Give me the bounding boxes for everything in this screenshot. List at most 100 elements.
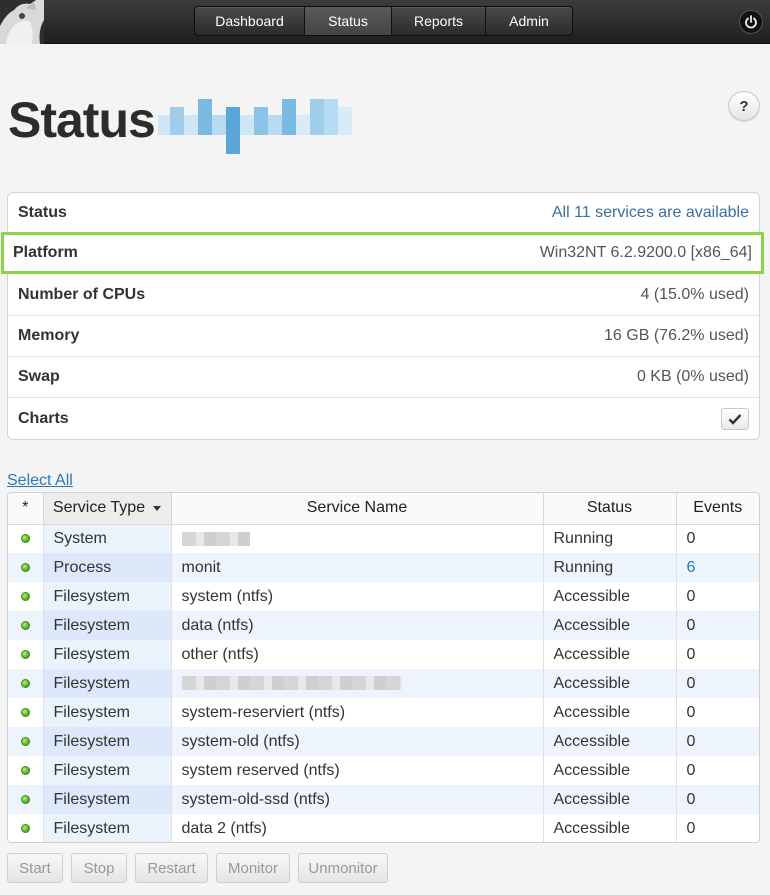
info-row-memory: Memory 16 GB (76.2% used) <box>8 316 759 357</box>
unmonitor-button[interactable]: Unmonitor <box>298 853 388 883</box>
monit-logo[interactable] <box>0 0 44 44</box>
service-name-cell[interactable]: monit <box>171 553 544 582</box>
col-service-name[interactable]: Service Name <box>171 493 544 525</box>
status-dot-icon <box>20 649 30 659</box>
status-dot-icon <box>20 562 30 572</box>
info-row-swap: Swap 0 KB (0% used) <box>8 357 759 398</box>
main-nav: Dashboard Status Reports Admin <box>194 6 573 36</box>
nav-dashboard[interactable]: Dashboard <box>195 7 305 35</box>
service-status-cell: Accessible <box>543 727 677 756</box>
table-row[interactable]: Filesystem system (ntfs) Accessible 0 <box>8 582 759 611</box>
top-bar: Dashboard Status Reports Admin <box>0 0 770 44</box>
service-name-cell[interactable]: data (ntfs) <box>171 611 544 640</box>
service-status-cell: Accessible <box>543 785 677 814</box>
help-button[interactable]: ? <box>728 91 760 121</box>
service-name-cell[interactable] <box>171 524 544 553</box>
status-dot-icon <box>20 765 30 775</box>
service-type-cell: Filesystem <box>43 785 172 814</box>
table-row[interactable]: Filesystem data 2 (ntfs) Accessible 0 <box>8 814 759 842</box>
row-select-cell[interactable] <box>8 553 44 582</box>
service-status-cell: Accessible <box>543 756 677 785</box>
charts-toggle[interactable] <box>721 407 749 430</box>
service-name-cell[interactable]: system (ntfs) <box>171 582 544 611</box>
table-row[interactable]: Filesystem data (ntfs) Accessible 0 <box>8 611 759 640</box>
col-service-type-label: Service Type <box>52 499 146 517</box>
info-label-status: Status <box>18 204 67 221</box>
table-row[interactable]: Filesystem system reserved (ntfs) Accessib… <box>8 756 759 785</box>
row-select-cell[interactable] <box>8 640 44 669</box>
service-name-cell[interactable]: system-old (ntfs) <box>171 727 544 756</box>
row-select-cell[interactable] <box>8 727 44 756</box>
nav-admin[interactable]: Admin <box>486 7 572 35</box>
restart-button[interactable]: Restart <box>135 853 208 883</box>
table-row[interactable]: System Running 0 <box>8 524 759 553</box>
nav-status[interactable]: Status <box>305 7 392 35</box>
info-label-platform: Platform <box>13 244 78 261</box>
service-events-cell: 0 <box>676 669 759 698</box>
info-value-swap: 0 KB (0% used) <box>636 368 749 385</box>
row-select-cell[interactable] <box>8 698 44 727</box>
row-select-cell[interactable] <box>8 582 44 611</box>
service-type-cell: Filesystem <box>43 756 172 785</box>
col-select[interactable]: * <box>8 493 44 525</box>
row-select-cell[interactable] <box>8 524 44 553</box>
row-select-cell[interactable] <box>8 814 44 842</box>
service-type-cell: Filesystem <box>43 611 172 640</box>
power-icon[interactable] <box>739 10 763 34</box>
col-status[interactable]: Status <box>543 493 677 525</box>
table-row[interactable]: Filesystem Accessible 0 <box>8 669 759 698</box>
status-dot-icon <box>20 591 30 601</box>
table-row[interactable]: Filesystem system-reserviert (ntfs) Access… <box>8 698 759 727</box>
row-select-cell[interactable] <box>8 611 44 640</box>
info-label-charts: Charts <box>18 409 69 427</box>
service-name-cell[interactable]: system reserved (ntfs) <box>171 756 544 785</box>
table-row[interactable]: Process monit Running 6 <box>8 553 759 582</box>
redacted-service-name <box>181 531 250 546</box>
status-dot-icon <box>20 678 30 688</box>
service-type-cell: Filesystem <box>43 669 172 698</box>
service-type-cell: Filesystem <box>43 640 172 669</box>
start-button[interactable]: Start <box>7 853 63 883</box>
nav-reports[interactable]: Reports <box>392 7 486 35</box>
row-select-cell[interactable] <box>8 785 44 814</box>
col-service-type[interactable]: Service Type <box>43 493 172 525</box>
redacted-hostname <box>158 97 356 154</box>
service-status-cell: Accessible <box>543 698 677 727</box>
info-label-cpus: Number of CPUs <box>18 286 146 303</box>
service-events-cell: 0 <box>676 524 759 553</box>
service-events-cell: 0 <box>676 640 759 669</box>
service-type-cell: Filesystem <box>43 814 172 842</box>
row-select-cell[interactable] <box>8 756 44 785</box>
service-name-cell[interactable]: data 2 (ntfs) <box>171 814 544 842</box>
status-dot-icon <box>20 707 30 717</box>
service-status-cell: Running <box>543 524 677 553</box>
services-table: * Service Type Service Name Status Event… <box>7 492 760 843</box>
service-events-cell: 0 <box>676 727 759 756</box>
service-status-cell: Accessible <box>543 582 677 611</box>
service-events-cell[interactable]: 6 <box>676 553 759 582</box>
select-all-link[interactable]: Select All <box>7 472 73 490</box>
stop-button[interactable]: Stop <box>71 853 127 883</box>
info-label-swap: Swap <box>18 368 60 385</box>
service-name-cell[interactable] <box>171 669 544 698</box>
info-row-status: Status All 11 services are available <box>8 193 759 234</box>
table-row[interactable]: Filesystem system-old-ssd (ntfs) Accessibl… <box>8 785 759 814</box>
action-buttons: Start Stop Restart Monitor Unmonitor <box>7 853 388 883</box>
service-name-cell[interactable]: system-reserviert (ntfs) <box>171 698 544 727</box>
info-value-platform: Win32NT 6.2.9200.0 [x86_64] <box>539 244 752 261</box>
monitor-button[interactable]: Monitor <box>216 853 290 883</box>
service-type-cell: Filesystem <box>43 582 172 611</box>
redacted-service-name <box>181 676 402 691</box>
row-select-cell[interactable] <box>8 669 44 698</box>
col-events[interactable]: Events <box>676 493 759 525</box>
system-info-panel: Status All 11 services are available Num… <box>7 192 760 440</box>
service-status-cell: Accessible <box>543 814 677 842</box>
service-events-cell: 0 <box>676 756 759 785</box>
table-row[interactable]: Filesystem other (ntfs) Accessible 0 <box>8 640 759 669</box>
service-type-cell: Process <box>43 553 172 582</box>
service-name-cell[interactable]: system-old-ssd (ntfs) <box>171 785 544 814</box>
service-name-cell[interactable]: other (ntfs) <box>171 640 544 669</box>
info-row-platform: Platform Win32NT 6.2.9200.0 [x86_64] <box>1 232 764 274</box>
page-title: Status <box>8 92 156 148</box>
table-row[interactable]: Filesystem system-old (ntfs) Accessible 0 <box>8 727 759 756</box>
